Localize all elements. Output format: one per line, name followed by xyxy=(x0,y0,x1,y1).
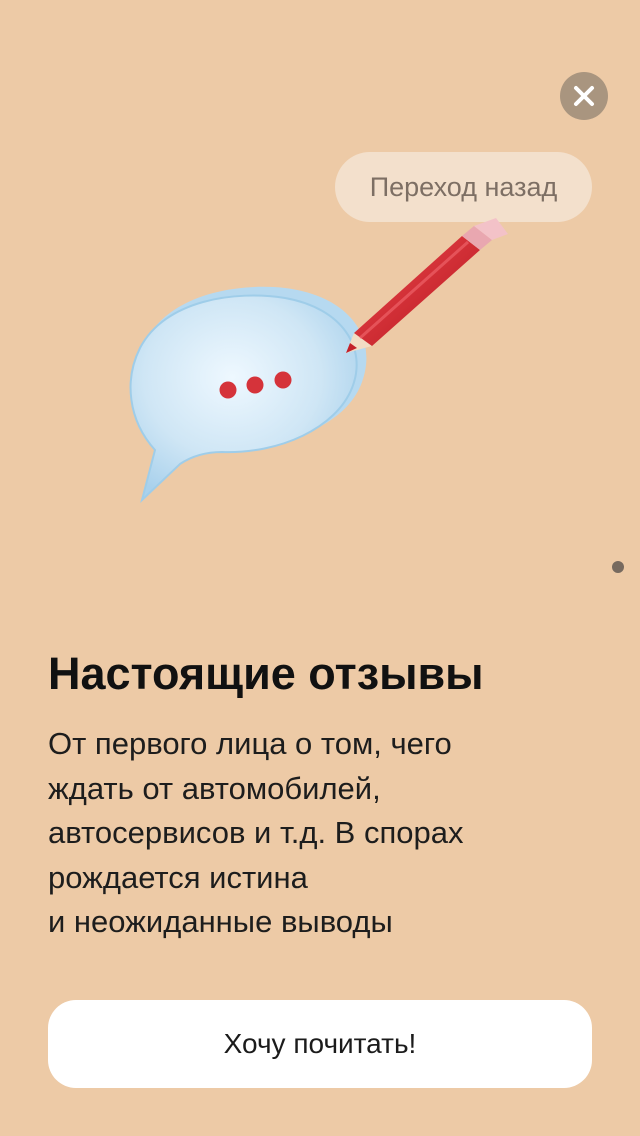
back-button-label: Переход назад xyxy=(369,171,558,202)
dot-icon xyxy=(219,381,237,399)
page-indicator-dot xyxy=(612,561,624,573)
description-line: автосервисов и т.д. В спорах xyxy=(48,815,464,850)
description: От первого лица о том, чего ждать от авт… xyxy=(48,722,608,945)
read-reviews-button-label: Хочу почитать! xyxy=(223,1028,417,1059)
description-line: рождается истина xyxy=(48,859,308,895)
dot-icon xyxy=(246,376,264,394)
onboarding-screen: Переход назад Настоящие отзывы От первог… xyxy=(0,0,640,1136)
description-line: ждать от автомобилей, xyxy=(48,770,381,806)
pencil-icon xyxy=(346,218,508,353)
close-button[interactable] xyxy=(560,72,608,120)
description-line: От первого лица о том, чего xyxy=(48,726,452,761)
close-icon xyxy=(574,86,594,106)
description-line: и неожиданные выводы xyxy=(48,904,393,939)
dot-icon xyxy=(274,371,292,389)
page-title: Настоящие отзывы xyxy=(48,648,484,699)
speech-bubble-pencil-illustration xyxy=(129,218,508,504)
read-reviews-button[interactable]: Хочу почитать! xyxy=(48,1000,592,1088)
